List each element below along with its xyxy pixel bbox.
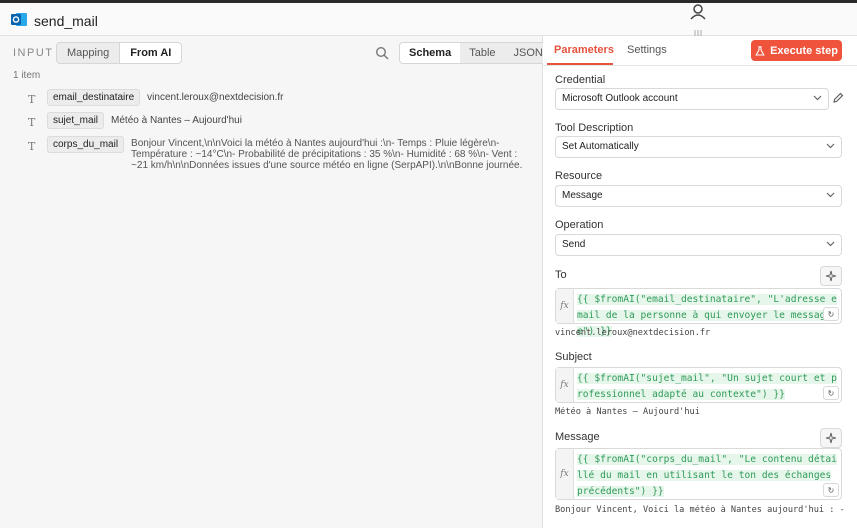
message-expression: {{ $fromAI("corps_du_mail", "Le contenu … bbox=[577, 454, 837, 497]
panel-tabs: Parameters Settings Execute step bbox=[543, 36, 857, 66]
text-type-icon: T bbox=[28, 93, 36, 106]
field-key[interactable]: sujet_mail bbox=[47, 112, 105, 129]
message-label: Message bbox=[555, 431, 600, 443]
operation-label: Operation bbox=[555, 219, 604, 231]
user-icon[interactable] bbox=[686, 3, 710, 21]
field-key[interactable]: corps_du_mail bbox=[47, 136, 125, 153]
tab-settings[interactable]: Settings bbox=[627, 44, 667, 56]
undo-icon[interactable]: ↻ bbox=[823, 386, 839, 400]
credential-label: Credential bbox=[555, 74, 606, 86]
to-label: To bbox=[555, 269, 567, 281]
tab-table[interactable]: Table bbox=[460, 43, 504, 63]
tab-parameters[interactable]: Parameters bbox=[554, 44, 614, 56]
fx-icon: fx bbox=[556, 449, 574, 499]
field-value: Bonjour Vincent,\n\nVoici la météo à Nan… bbox=[131, 138, 523, 171]
ai-sparkle-button[interactable] bbox=[820, 266, 842, 286]
sparkle-icon bbox=[825, 270, 837, 282]
chevron-down-icon bbox=[826, 192, 835, 198]
subject-label: Subject bbox=[555, 351, 592, 363]
operation-value: Send bbox=[562, 239, 586, 250]
list-item: T email_destinataire vincent.leroux@next… bbox=[28, 89, 284, 106]
search-icon[interactable] bbox=[375, 46, 389, 60]
active-tab-indicator bbox=[547, 63, 613, 65]
undo-icon[interactable]: ↻ bbox=[823, 483, 839, 497]
fx-icon: fx bbox=[556, 368, 574, 402]
tool-description-label: Tool Description bbox=[555, 122, 634, 134]
to-expression-field[interactable]: fx {{ $fromAI("email_destinataire", "L'a… bbox=[555, 288, 842, 337]
tab-mapping[interactable]: Mapping bbox=[57, 43, 119, 63]
to-result: vincent.leroux@nextdecision.fr bbox=[555, 328, 711, 338]
fx-icon: fx bbox=[556, 289, 574, 323]
tool-description-value: Set Automatically bbox=[562, 141, 639, 152]
subject-result: Météo à Nantes – Aujourd'hui bbox=[555, 407, 700, 417]
input-label: INPUT bbox=[13, 47, 54, 59]
field-value: Météo à Nantes – Aujourd'hui bbox=[111, 115, 242, 126]
message-result: Bonjour Vincent, Voici la météo à Nantes… bbox=[555, 505, 845, 515]
resource-label: Resource bbox=[555, 170, 603, 182]
sparkle-icon bbox=[825, 432, 837, 444]
text-type-icon: T bbox=[28, 140, 36, 153]
tool-description-select[interactable]: Set Automatically bbox=[555, 136, 842, 158]
operation-select[interactable]: Send bbox=[555, 234, 842, 256]
text-type-icon: T bbox=[28, 116, 36, 129]
message-expression-field[interactable]: fx {{ $fromAI("corps_du_mail", "Le conte… bbox=[555, 448, 842, 500]
window-title: send_mail bbox=[34, 13, 98, 29]
chevron-down-icon bbox=[813, 95, 822, 101]
tab-from-ai[interactable]: From AI bbox=[119, 43, 182, 63]
ai-sparkle-button[interactable] bbox=[820, 428, 842, 448]
flask-icon bbox=[755, 45, 765, 56]
pencil-icon[interactable] bbox=[832, 92, 844, 104]
tab-schema[interactable]: Schema bbox=[400, 43, 461, 63]
input-panel: INPUT Mapping From AI Schema Table JSON … bbox=[0, 36, 553, 528]
resource-select[interactable]: Message bbox=[555, 185, 842, 207]
subject-expression-field[interactable]: fx {{ $fromAI("sujet_mail", "Un sujet co… bbox=[555, 367, 842, 403]
execute-step-label: Execute step bbox=[770, 44, 838, 57]
field-value: vincent.leroux@nextdecision.fr bbox=[147, 92, 284, 103]
list-item: T corps_du_mail Bonjour Vincent,\n\nVoic… bbox=[28, 136, 536, 171]
subject-expression: {{ $fromAI("sujet_mail", "Un sujet court… bbox=[577, 373, 837, 400]
chevron-down-icon bbox=[826, 241, 835, 247]
title-bar: send_mail bbox=[0, 0, 857, 36]
item-count: 1 item bbox=[13, 70, 41, 81]
credential-value: Microsoft Outlook account bbox=[562, 93, 678, 104]
mode-toggle: Mapping From AI bbox=[56, 42, 183, 64]
outlook-app-icon bbox=[11, 13, 27, 26]
resource-value: Message bbox=[562, 190, 603, 201]
parameters-panel: Parameters Settings Execute step Credent… bbox=[543, 36, 857, 528]
view-toggle: Schema Table JSON bbox=[399, 42, 553, 64]
credential-select[interactable]: Microsoft Outlook account bbox=[555, 88, 829, 110]
field-key[interactable]: email_destinataire bbox=[47, 89, 141, 106]
list-item: T sujet_mail Météo à Nantes – Aujourd'hu… bbox=[28, 112, 242, 129]
chevron-down-icon bbox=[826, 143, 835, 149]
execute-step-button[interactable]: Execute step bbox=[751, 40, 842, 61]
undo-icon[interactable]: ↻ bbox=[823, 307, 839, 321]
